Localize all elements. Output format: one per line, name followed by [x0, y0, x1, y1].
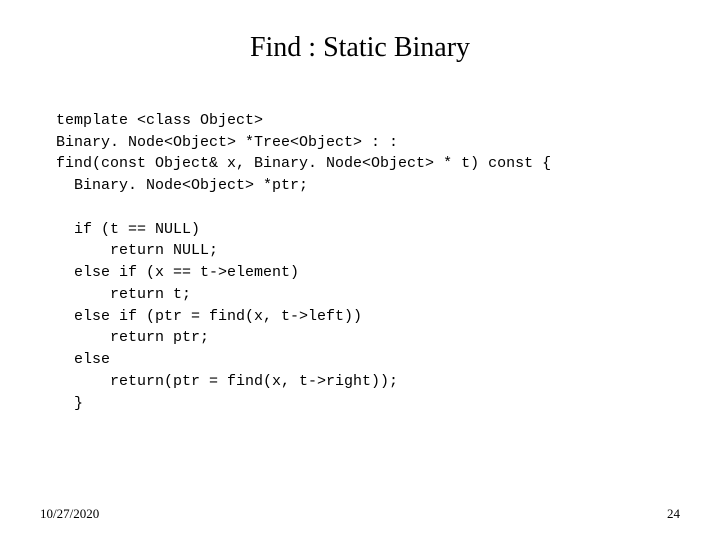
code-line: if (t == NULL)	[56, 221, 200, 238]
slide: Find : Static Binary template <class Obj…	[0, 0, 720, 540]
footer-page: 24	[667, 506, 680, 522]
code-line: template <class Object>	[56, 112, 263, 129]
code-line: find(const Object& x, Binary. Node<Objec…	[56, 155, 551, 172]
footer: 10/27/2020 24	[40, 506, 680, 522]
code-line: return t;	[56, 286, 191, 303]
footer-date: 10/27/2020	[40, 506, 99, 522]
code-line: return(ptr = find(x, t->right));	[56, 373, 398, 390]
slide-title: Find : Static Binary	[56, 32, 664, 64]
code-block: template <class Object> Binary. Node<Obj…	[56, 88, 664, 414]
code-line: else if (x == t->element)	[56, 264, 299, 281]
code-line: return ptr;	[56, 329, 209, 346]
code-line: }	[56, 395, 83, 412]
code-line: Binary. Node<Object> *Tree<Object> : :	[56, 134, 398, 151]
code-line: else if (ptr = find(x, t->left))	[56, 308, 362, 325]
code-line: return NULL;	[56, 242, 218, 259]
code-line: else	[56, 351, 110, 368]
code-line: Binary. Node<Object> *ptr;	[56, 177, 308, 194]
